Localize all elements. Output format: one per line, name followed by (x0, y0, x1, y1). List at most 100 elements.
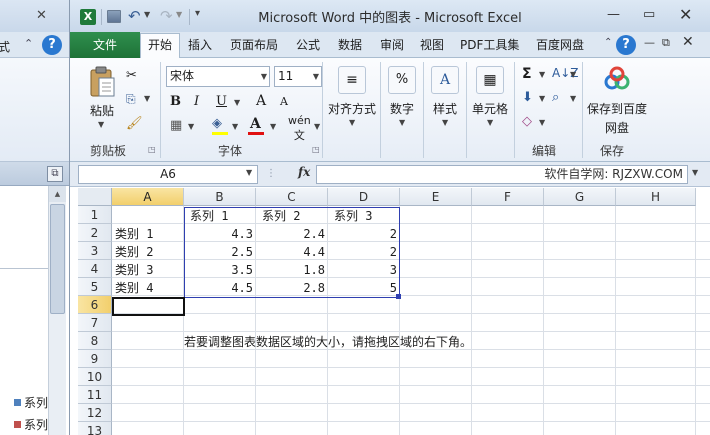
column-header[interactable]: H (616, 188, 696, 206)
tab-data[interactable]: 数据 (338, 36, 362, 53)
copy-icon[interactable]: ⎘ (126, 92, 136, 107)
column-header[interactable]: F (472, 188, 544, 206)
chevron-down-icon[interactable]: ▼ (349, 118, 355, 127)
save-icon[interactable] (107, 10, 121, 23)
underline-button[interactable]: U (216, 94, 227, 109)
font-size-select[interactable]: 11 ▼ (274, 66, 322, 87)
tab-view[interactable]: 视图 (420, 36, 444, 53)
chevron-down-icon[interactable]: ▼ (144, 10, 150, 19)
word-tab-fragment[interactable]: 式 (0, 38, 10, 55)
find-select-icon[interactable]: ⌕ (552, 90, 559, 105)
row-header[interactable]: 6 (78, 296, 112, 314)
chevron-down-icon[interactable]: ▼ (399, 118, 405, 127)
pane-options-icon[interactable]: ⧉ (47, 166, 63, 182)
scissors-icon[interactable]: ✂ (126, 68, 137, 83)
tab-home[interactable]: 开始 (140, 33, 180, 59)
maximize-icon[interactable]: ▭ (643, 7, 655, 22)
close-icon[interactable]: ✕ (36, 9, 50, 23)
cell-A4[interactable]: 类别 3 (115, 261, 153, 279)
tab-page-layout[interactable]: 页面布局 (230, 36, 278, 53)
active-cell-A6[interactable] (112, 297, 185, 316)
customize-quick-access-icon[interactable]: ▾ (195, 8, 200, 19)
row-header[interactable]: 10 (78, 368, 112, 386)
formula-bar-grip-icon[interactable]: ⋮ (266, 168, 276, 179)
paste-button[interactable]: 粘贴 (88, 102, 116, 119)
column-header[interactable]: B (184, 188, 256, 206)
tab-review[interactable]: 审阅 (380, 36, 404, 53)
ribbon-minimize-icon[interactable]: ⌃ (24, 37, 33, 50)
cell-A3[interactable]: 类别 2 (115, 243, 153, 261)
row-header[interactable]: 3 (78, 242, 112, 260)
chevron-down-icon[interactable]: ▼ (188, 122, 194, 131)
chevron-down-icon[interactable]: ▼ (98, 120, 104, 129)
scroll-up-icon[interactable]: ▲ (49, 186, 66, 202)
row-header[interactable]: 5 (78, 278, 112, 296)
row-header[interactable]: 13 (78, 422, 112, 435)
scroll-thumb[interactable] (50, 204, 65, 314)
range-resize-handle[interactable] (396, 294, 401, 299)
chevron-down-icon[interactable]: ▼ (232, 122, 238, 131)
font-name-select[interactable]: 宋体 ▼ (166, 66, 270, 87)
column-header[interactable]: D (328, 188, 400, 206)
redo-icon[interactable]: ↷ (160, 7, 173, 25)
spreadsheet-grid[interactable]: ABCDEFGH 1 2 3 4 5 6 7 8 9 10 11 12 13 系列 1 系列 2 系列 … (78, 188, 710, 435)
cells-button[interactable]: 单元格 (466, 100, 514, 117)
word-vertical-scrollbar[interactable]: ▲ (48, 186, 66, 435)
paste-icon[interactable] (88, 66, 116, 98)
restore-icon[interactable]: ⧉ (662, 36, 670, 50)
styles-icon[interactable]: A (431, 66, 459, 94)
grow-font-button[interactable]: A (256, 93, 266, 109)
styles-button[interactable]: 样式 (427, 100, 463, 117)
column-header[interactable]: G (544, 188, 616, 206)
save-to-baidu-button[interactable]: 保存到百度网盘 (586, 100, 648, 138)
chevron-down-icon[interactable]: ▼ (539, 118, 545, 127)
chevron-down-icon[interactable]: ▼ (261, 67, 267, 86)
fill-color-icon[interactable]: ◈ (212, 116, 222, 131)
alignment-icon[interactable]: ≡ (338, 66, 366, 94)
chevron-down-icon[interactable]: ▼ (487, 118, 493, 127)
number-format-icon[interactable]: % (388, 66, 416, 94)
close-icon[interactable]: ✕ (679, 5, 692, 24)
chevron-down-icon[interactable]: ▼ (570, 94, 576, 103)
chevron-down-icon[interactable]: ▼ (539, 94, 545, 103)
dialog-launcher-icon[interactable]: ◳ (312, 145, 320, 154)
row-header[interactable]: 1 (78, 206, 112, 224)
phonetic-guide-button[interactable]: wén 文 (288, 114, 311, 143)
name-box[interactable]: A6 (78, 165, 258, 184)
eraser-icon[interactable]: ◇ (522, 114, 532, 129)
close-icon[interactable]: ✕ (682, 34, 694, 50)
minimize-icon[interactable]: — (607, 7, 620, 22)
tab-insert[interactable]: 插入 (188, 36, 212, 53)
fill-down-icon[interactable]: ⬇ (522, 90, 533, 105)
help-icon[interactable]: ? (616, 35, 636, 55)
row-header[interactable]: 12 (78, 404, 112, 422)
tab-pdf-tools[interactable]: PDF工具集 (460, 36, 519, 53)
chevron-down-icon[interactable]: ▼ (539, 70, 545, 79)
row-header[interactable]: 4 (78, 260, 112, 278)
column-header[interactable]: E (400, 188, 472, 206)
tab-file[interactable]: 文件 (70, 32, 140, 58)
chevron-down-icon[interactable]: ▼ (692, 168, 698, 177)
undo-icon[interactable]: ↶ (128, 7, 141, 25)
chevron-down-icon[interactable]: ▼ (270, 122, 276, 131)
shrink-font-button[interactable]: A (280, 95, 288, 108)
help-icon[interactable]: ? (42, 35, 62, 55)
select-all-corner[interactable] (78, 188, 112, 206)
chevron-down-icon[interactable]: ▼ (442, 118, 448, 127)
insert-function-button[interactable]: fx (298, 165, 310, 179)
italic-button[interactable]: I (194, 94, 199, 109)
number-button[interactable]: 数字 (384, 100, 420, 117)
chevron-down-icon[interactable]: ▼ (234, 98, 240, 107)
dialog-launcher-icon[interactable]: ◳ (148, 145, 156, 154)
tab-baidu-netdisk[interactable]: 百度网盘 (536, 36, 584, 53)
alignment-button[interactable]: 对齐方式 (324, 100, 380, 117)
tab-formulas[interactable]: 公式 (296, 36, 320, 53)
row-header[interactable]: 8 (78, 332, 112, 350)
formula-input[interactable]: 软件自学网: RJZXW.COM (316, 165, 688, 184)
baidu-cloud-icon[interactable] (602, 66, 632, 94)
chevron-down-icon[interactable]: ▼ (176, 10, 182, 19)
chevron-down-icon[interactable]: ▼ (314, 122, 320, 131)
column-header[interactable]: C (256, 188, 328, 206)
cell-A5[interactable]: 类别 4 (115, 279, 153, 297)
row-header[interactable]: 2 (78, 224, 112, 242)
